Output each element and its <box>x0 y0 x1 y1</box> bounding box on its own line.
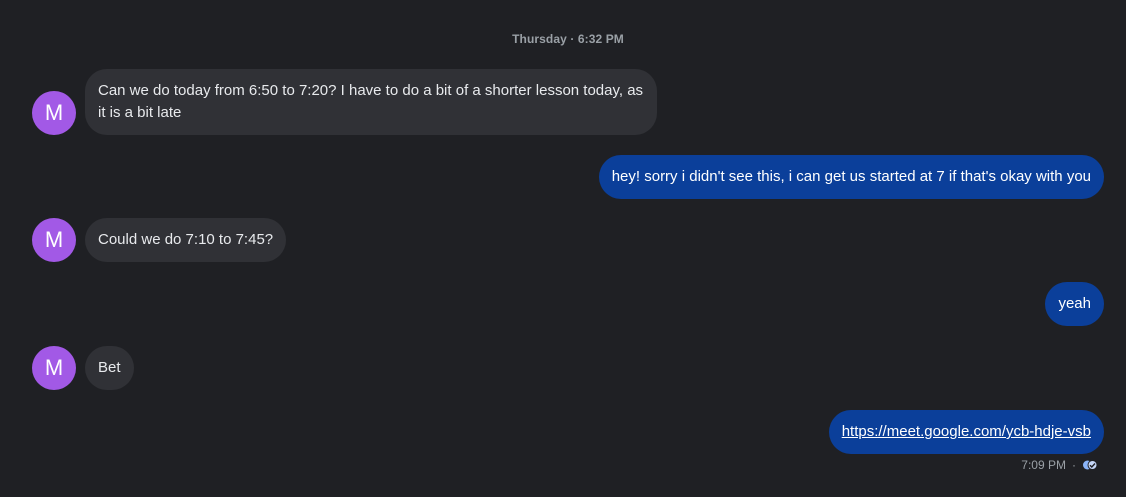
message-meta: 7:09 PM · <box>1021 458 1098 472</box>
incoming-message[interactable]: Can we do today from 6:50 to 7:20? I hav… <box>85 69 657 135</box>
date-separator: Thursday · 6:32 PM <box>512 32 624 46</box>
incoming-message[interactable]: Could we do 7:10 to 7:45? <box>85 218 287 262</box>
meeting-link[interactable]: https://meet.google.com/ycb-hdje-vsb <box>842 423 1091 440</box>
avatar[interactable]: M <box>32 91 76 135</box>
outgoing-message[interactable]: yeah <box>1045 282 1104 326</box>
read-receipt-icon <box>1082 459 1098 471</box>
avatar[interactable]: M <box>32 218 76 262</box>
outgoing-message: https://meet.google.com/ycb-hdje-vsb <box>828 410 1104 454</box>
incoming-message[interactable]: Bet <box>85 346 134 390</box>
avatar[interactable]: M <box>32 346 76 390</box>
outgoing-message[interactable]: hey! sorry i didn't see this, i can get … <box>598 155 1104 199</box>
conversation-thread: Thursday · 6:32 PM M Can we do today fro… <box>0 0 1126 497</box>
message-time: 7:09 PM <box>1021 458 1066 472</box>
meta-separator: · <box>1072 458 1076 472</box>
